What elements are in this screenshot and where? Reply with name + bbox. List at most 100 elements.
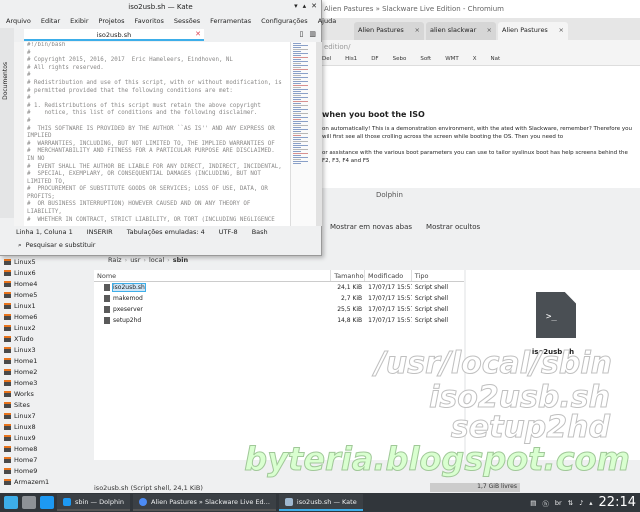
address-bar[interactable]: edition/ (320, 40, 640, 56)
code-editor[interactable]: #!/bin/bash # # Copyright 2015, 2016, 20… (14, 42, 290, 226)
places-item[interactable]: Home9 (0, 465, 92, 476)
show-hidden-button[interactable]: Mostrar ocultos (426, 223, 480, 231)
scrollbar[interactable] (316, 42, 322, 226)
places-item[interactable]: Home2 (0, 366, 92, 377)
hp-icon[interactable]: ⓗ (542, 498, 549, 508)
chevron-right-icon: › (124, 256, 128, 264)
breadcrumb-item[interactable]: local (149, 256, 164, 264)
expand-tray-icon[interactable]: ▴ (589, 499, 592, 507)
places-item[interactable]: XTudo (0, 333, 92, 344)
chromium-tab[interactable]: alien slackwar × (426, 22, 496, 40)
task-kate[interactable]: iso2usb.sh — Kate (278, 494, 363, 511)
file-size: 25,5 KiB (337, 306, 363, 313)
places-item[interactable]: Armazem1 (0, 476, 92, 487)
places-item[interactable]: Home6 (0, 311, 92, 322)
menu-item[interactable]: Editar (41, 17, 60, 25)
places-item[interactable]: Linux6 (0, 267, 92, 278)
column-name[interactable]: Nome (94, 270, 332, 281)
chevron-right-icon: › (143, 256, 146, 264)
column-modified[interactable]: Modificado (365, 270, 412, 281)
drive-icon (4, 280, 11, 287)
documents-sidebar[interactable]: Documentos (0, 28, 14, 218)
task-label: Alien Pastures » Slackware Live Ed... (151, 497, 270, 506)
volume-icon[interactable]: ♪ (579, 499, 583, 507)
network-icon[interactable]: ⇅ (568, 499, 573, 507)
menu-item[interactable]: Exibir (70, 17, 88, 25)
column-type[interactable]: Tipo (412, 270, 464, 281)
task-chromium[interactable]: Alien Pastures » Slackware Live Ed... (133, 494, 276, 511)
places-item[interactable]: Linux5 (0, 256, 92, 267)
bookmark[interactable]: Nat (491, 56, 501, 65)
search-replace-button[interactable]: ⌕ Pesquisar e substituir (18, 241, 95, 250)
indentation-setting[interactable]: Tabulações emuladas: 4 (127, 228, 205, 236)
menu-item[interactable]: Arquivo (6, 17, 31, 25)
breadcrumb-item[interactable]: usr (130, 256, 140, 264)
bookmark[interactable]: Sebo (393, 56, 407, 65)
menu-item[interactable]: Sessões (174, 17, 200, 25)
menu-item[interactable]: Ferramentas (210, 17, 251, 25)
places-item[interactable]: Linux3 (0, 344, 92, 355)
places-item-label: Home8 (14, 444, 38, 453)
table-row[interactable]: makemod 2,7 KiB 17/07/17 15:57 Script shell (94, 293, 464, 304)
close-icon[interactable]: × (415, 26, 420, 36)
maximize-icon[interactable]: ▴ (303, 2, 307, 10)
bookmark[interactable]: DF (371, 56, 378, 65)
new-document-icon[interactable]: ▯ (300, 30, 304, 38)
places-item[interactable]: Home7 (0, 454, 92, 465)
breadcrumb-item[interactable]: Raiz (108, 256, 122, 264)
app-launcher-icon[interactable] (4, 496, 18, 509)
syntax-selector[interactable]: Bash (252, 228, 268, 236)
close-icon[interactable]: ✕ (311, 2, 317, 10)
places-item[interactable]: Linux9 (0, 432, 92, 443)
clock[interactable]: 22:14 (599, 495, 636, 510)
minimap[interactable] (290, 42, 316, 226)
close-icon[interactable]: × (559, 26, 564, 36)
column-size[interactable]: Tamanho (331, 270, 366, 281)
encoding-selector[interactable]: UTF-8 (219, 228, 238, 236)
bookmark[interactable]: Soft (420, 56, 431, 65)
places-item[interactable]: Home3 (0, 377, 92, 388)
bookmark[interactable]: X (473, 56, 477, 65)
split-view-icon[interactable]: ▥ (309, 30, 316, 38)
input-mode[interactable]: INSERIR (87, 228, 113, 236)
bookmark[interactable]: WMT (445, 56, 459, 65)
menu-item[interactable]: Configurações (261, 17, 308, 25)
places-item[interactable]: Sites (0, 399, 92, 410)
menu-item[interactable]: Favoritos (135, 17, 164, 25)
places-item[interactable]: Linux7 (0, 410, 92, 421)
desktop-icon[interactable] (22, 496, 36, 509)
drive-icon (4, 368, 11, 375)
table-row[interactable]: iso2usb.sh 24,1 KiB 17/07/17 15:57 Script s… (94, 282, 464, 293)
places-item[interactable]: Linux8 (0, 421, 92, 432)
minimap-line (293, 99, 301, 100)
close-icon[interactable]: ✕ (195, 30, 201, 38)
dolphin-launcher-icon[interactable] (40, 496, 54, 509)
places-item[interactable]: Home4 (0, 278, 92, 289)
close-icon[interactable]: × (487, 26, 492, 36)
document-tab[interactable]: iso2usb.sh ✕ (24, 29, 204, 41)
bookmark[interactable]: Del (322, 56, 331, 65)
places-item[interactable]: Linux1 (0, 300, 92, 311)
status-text: iso2usb.sh (Script shell, 24,1 KiB) (94, 484, 203, 492)
menu-item[interactable]: Ajuda (318, 17, 336, 25)
bookmark[interactable]: His1 (345, 56, 357, 65)
chromium-tab[interactable]: Alien Pastures × (354, 22, 424, 40)
table-row[interactable]: pxeserver 25,5 KiB 17/07/17 15:57 Script sh… (94, 304, 464, 315)
keyboard-layout[interactable]: br (555, 499, 562, 507)
minimap-line (293, 57, 308, 58)
minimize-icon[interactable]: ▾ (294, 2, 298, 10)
task-dolphin[interactable]: sbin — Dolphin (57, 494, 131, 511)
places-item[interactable]: Home1 (0, 355, 92, 366)
places-item[interactable]: Works (0, 388, 92, 399)
places-item[interactable]: Home5 (0, 289, 92, 300)
menu-item[interactable]: Projetos (99, 17, 125, 25)
chromium-tab[interactable]: Alien Pastures × (498, 22, 568, 40)
clipboard-icon[interactable]: ▤ (530, 499, 536, 507)
places-item[interactable]: Home8 (0, 443, 92, 454)
table-row[interactable]: setup2hd 14,8 KiB 17/07/17 15:57 Script she… (94, 315, 464, 326)
places-item[interactable]: Linux2 (0, 322, 92, 333)
places-item-label: Home4 (14, 279, 38, 288)
cursor-position[interactable]: Linha 1, Coluna 1 (16, 228, 73, 236)
breadcrumb-current[interactable]: sbin (173, 256, 188, 264)
show-in-tabs-button[interactable]: Mostrar em novas abas (330, 223, 412, 231)
